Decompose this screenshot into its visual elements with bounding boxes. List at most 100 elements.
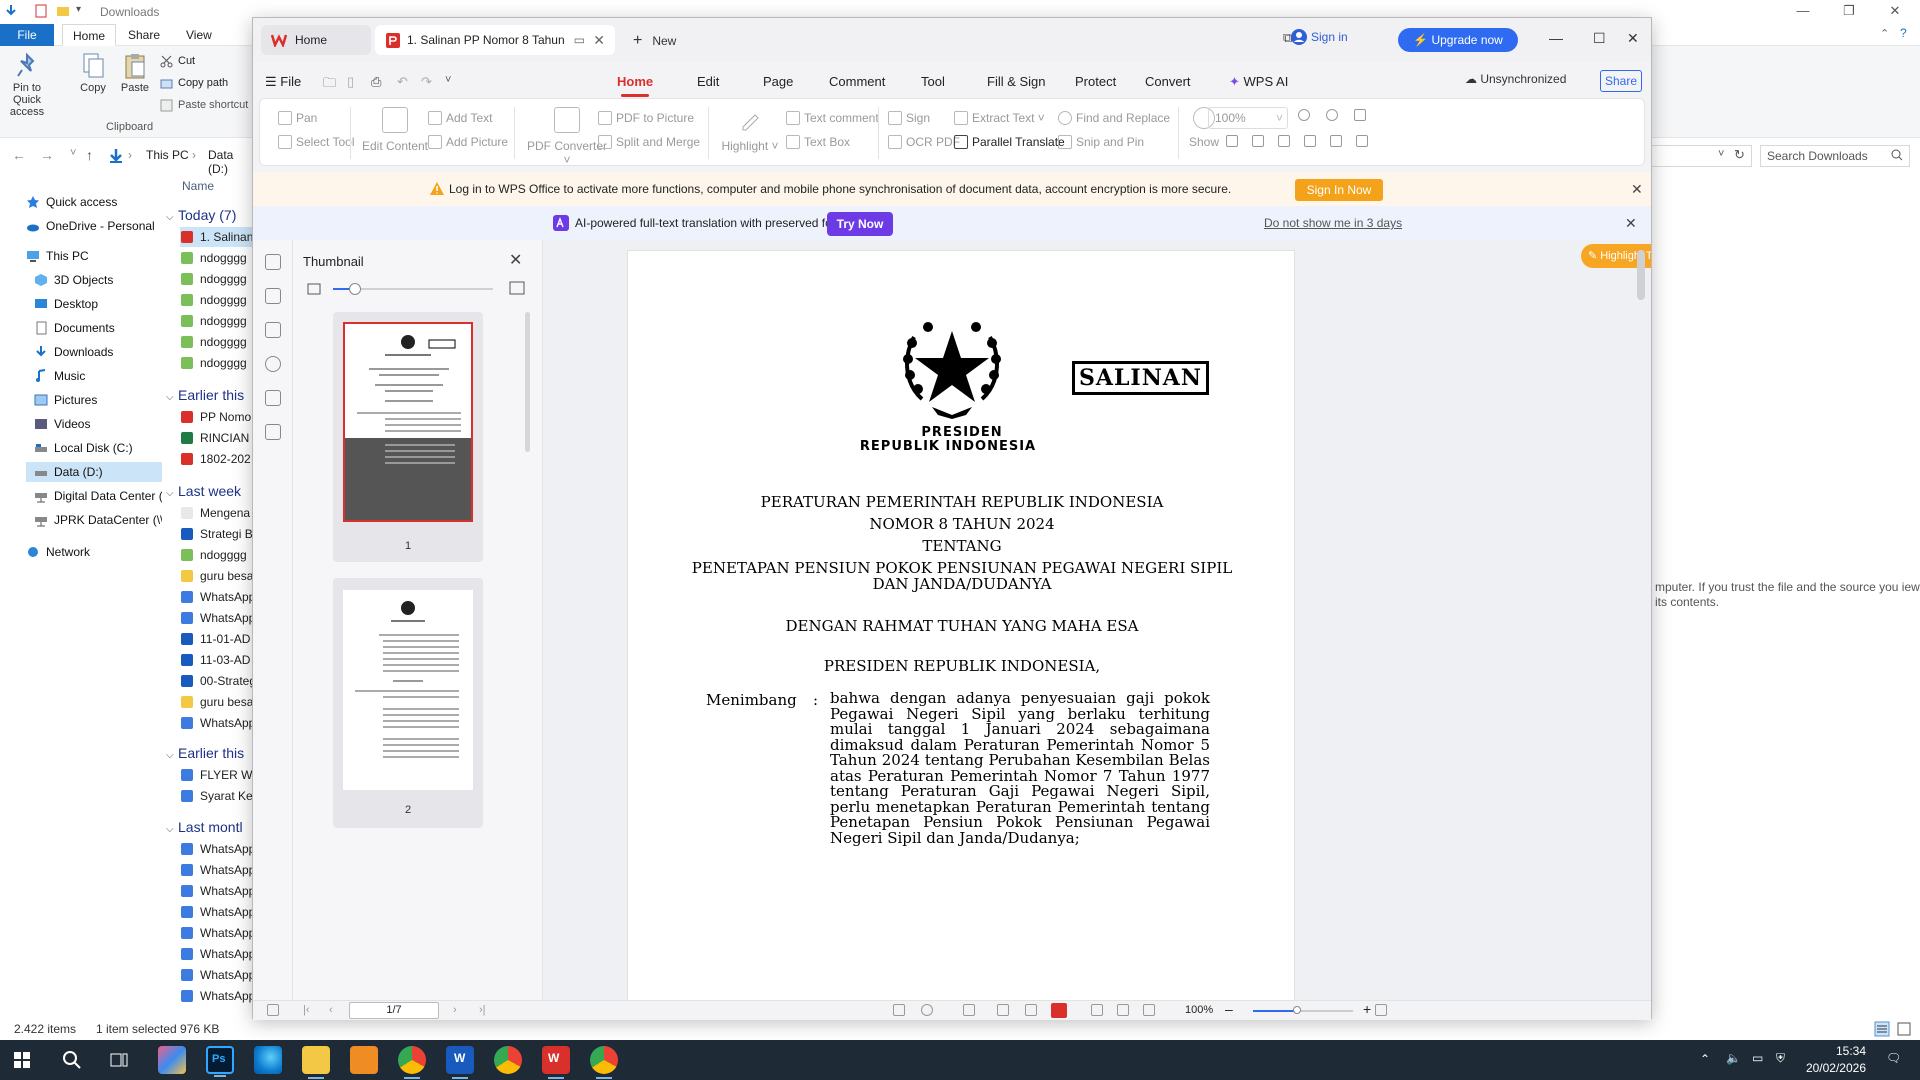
- single-page-icon[interactable]: [997, 1004, 1009, 1016]
- upgrade-button[interactable]: ⚡ Upgrade now: [1398, 28, 1518, 52]
- fit-icon[interactable]: [1091, 1004, 1103, 1016]
- fit-width-icon[interactable]: [1278, 135, 1290, 147]
- word-icon[interactable]: W: [446, 1046, 474, 1079]
- properties-icon[interactable]: [34, 4, 48, 18]
- pin-quick-access-button[interactable]: Pin to Quick access: [6, 52, 48, 118]
- highlight-button[interactable]: Highlight ˅: [718, 107, 782, 153]
- select-tool[interactable]: Select Tool: [278, 133, 354, 151]
- nav-jprk-datacenter[interactable]: JPRK DataCenter (\\1: [34, 510, 162, 530]
- file-row[interactable]: WhatsApp: [180, 860, 256, 880]
- file-row[interactable]: WhatsApp: [180, 881, 256, 901]
- minimize-button[interactable]: —: [1549, 30, 1563, 46]
- menu-convert[interactable]: Convert: [1145, 74, 1191, 89]
- close-banner-icon[interactable]: ✕: [1631, 181, 1643, 198]
- search-input[interactable]: Search Downloads: [1760, 145, 1910, 167]
- page-width-icon[interactable]: [963, 1004, 975, 1016]
- save-icon[interactable]: ▯: [347, 74, 354, 90]
- large-icons-view-icon[interactable]: [1896, 1021, 1912, 1037]
- find-replace-button[interactable]: Find and Replace: [1058, 109, 1170, 127]
- rotate-page-icon[interactable]: [1330, 135, 1342, 147]
- close-tab-icon[interactable]: ✕: [593, 25, 605, 55]
- ribbon-collapse-icon[interactable]: ⌃: [1880, 27, 1889, 40]
- file-row[interactable]: 00-Strateg: [180, 671, 256, 691]
- edge-icon[interactable]: [254, 1046, 282, 1074]
- file-row[interactable]: FLYER WA: [180, 765, 256, 785]
- undo-icon[interactable]: ↶: [397, 74, 408, 90]
- address-dropdown[interactable]: ˅ ↻: [1652, 145, 1752, 167]
- nav-desktop[interactable]: Desktop: [34, 294, 162, 314]
- file-row[interactable]: ndogggg: [180, 332, 256, 352]
- photoshop-icon[interactable]: Ps: [206, 1046, 234, 1077]
- open-folder-icon[interactable]: 🗀: [323, 74, 336, 96]
- close-banner-icon[interactable]: ✕: [1625, 215, 1637, 232]
- file-row[interactable]: Mengena: [180, 503, 256, 523]
- maximize-button[interactable]: ☐: [1593, 30, 1606, 47]
- file-row[interactable]: WhatsApp: [180, 902, 256, 922]
- sync-status[interactable]: ☁ Unsynchronized: [1465, 72, 1566, 86]
- add-text-button[interactable]: Add Text: [428, 109, 492, 127]
- notification-icon[interactable]: 🗨: [1886, 1051, 1901, 1065]
- quick-access-down-icon[interactable]: [4, 4, 18, 18]
- file-row[interactable]: WhatsApp: [180, 587, 256, 607]
- forward-arrow-icon[interactable]: →: [40, 147, 54, 163]
- breadcrumb-drive[interactable]: Data (D:): [208, 148, 256, 176]
- windows-start-icon[interactable]: [14, 1052, 30, 1068]
- thumbnail-scrollbar[interactable]: [525, 312, 530, 452]
- file-row[interactable]: ndogggg: [180, 353, 256, 373]
- copy-path-button[interactable]: Copy path: [160, 74, 228, 92]
- sign-in-now-button[interactable]: Sign In Now: [1295, 179, 1383, 201]
- help-icon[interactable]: ?: [1900, 26, 1907, 40]
- small-thumb-icon[interactable]: [307, 282, 321, 296]
- file-explorer-icon[interactable]: [302, 1046, 330, 1079]
- tab-home[interactable]: Home: [62, 24, 117, 46]
- file-row[interactable]: 11-01-AD: [180, 629, 256, 649]
- cut-button[interactable]: Cut: [160, 52, 195, 70]
- actual-size-icon[interactable]: [1117, 1004, 1129, 1016]
- file-row[interactable]: WhatsApp: [180, 986, 256, 1006]
- nav-this-pc[interactable]: This PC: [26, 246, 162, 266]
- first-page-icon[interactable]: |‹: [303, 1004, 310, 1016]
- continuous-icon[interactable]: [1304, 135, 1316, 147]
- group-header-earlier-month[interactable]: ⌵ Earlier this: [166, 745, 244, 761]
- zoom-level[interactable]: 100%: [1185, 1004, 1213, 1016]
- file-row[interactable]: guru besa: [180, 566, 256, 586]
- nav-downloads[interactable]: Downloads: [34, 342, 162, 362]
- play-slideshow-icon[interactable]: [1051, 1003, 1067, 1018]
- file-row[interactable]: ndogggg: [180, 545, 256, 565]
- file-row[interactable]: 1802-202: [180, 449, 256, 469]
- zoom-out-icon[interactable]: [1298, 109, 1310, 121]
- nav-videos[interactable]: Videos: [34, 414, 162, 434]
- thumbnail-icon[interactable]: [265, 288, 281, 304]
- nav-documents[interactable]: Documents: [34, 318, 162, 338]
- nav-network[interactable]: Network: [26, 542, 162, 562]
- thumbnail-page-2[interactable]: 2: [333, 578, 483, 828]
- file-row[interactable]: WhatsApp: [180, 965, 256, 985]
- group-header-today[interactable]: ⌵ Today (7): [166, 207, 236, 223]
- screen-icon[interactable]: ▭: [574, 25, 585, 55]
- group-header-last-week[interactable]: ⌵ Last week: [166, 483, 241, 499]
- presentation-app-icon[interactable]: [350, 1046, 378, 1074]
- file-row[interactable]: WhatsApp: [180, 944, 256, 964]
- sign-button[interactable]: Sign: [888, 109, 930, 127]
- recent-dropdown-icon[interactable]: ˅: [70, 147, 76, 159]
- up-arrow-icon[interactable]: ↑: [86, 147, 93, 163]
- nav-music[interactable]: Music: [34, 366, 162, 386]
- chrome-icon[interactable]: [590, 1046, 618, 1079]
- document-scrollbar[interactable]: [1637, 250, 1645, 300]
- tab-view[interactable]: View: [176, 24, 222, 46]
- file-row[interactable]: 1. Salinan: [180, 227, 256, 247]
- rotate-icon[interactable]: [1354, 109, 1366, 121]
- try-now-button[interactable]: Try Now: [827, 212, 893, 236]
- single-page-icon[interactable]: [1226, 135, 1238, 147]
- share-button[interactable]: Share: [1600, 70, 1642, 92]
- page-number-input[interactable]: 1/7: [349, 1002, 439, 1019]
- copy-button[interactable]: Copy: [72, 52, 114, 94]
- close-button[interactable]: ✕: [1872, 0, 1918, 24]
- security-icon[interactable]: ⛨: [1776, 1051, 1785, 1066]
- clock-time[interactable]: 15:34: [1806, 1044, 1866, 1058]
- copilot-icon[interactable]: [158, 1046, 186, 1074]
- menu-file[interactable]: ☰ File: [265, 74, 301, 90]
- file-row[interactable]: 11-03-AD: [180, 650, 256, 670]
- file-row[interactable]: WhatsApp: [180, 839, 256, 859]
- next-page-icon[interactable]: ›: [453, 1004, 457, 1016]
